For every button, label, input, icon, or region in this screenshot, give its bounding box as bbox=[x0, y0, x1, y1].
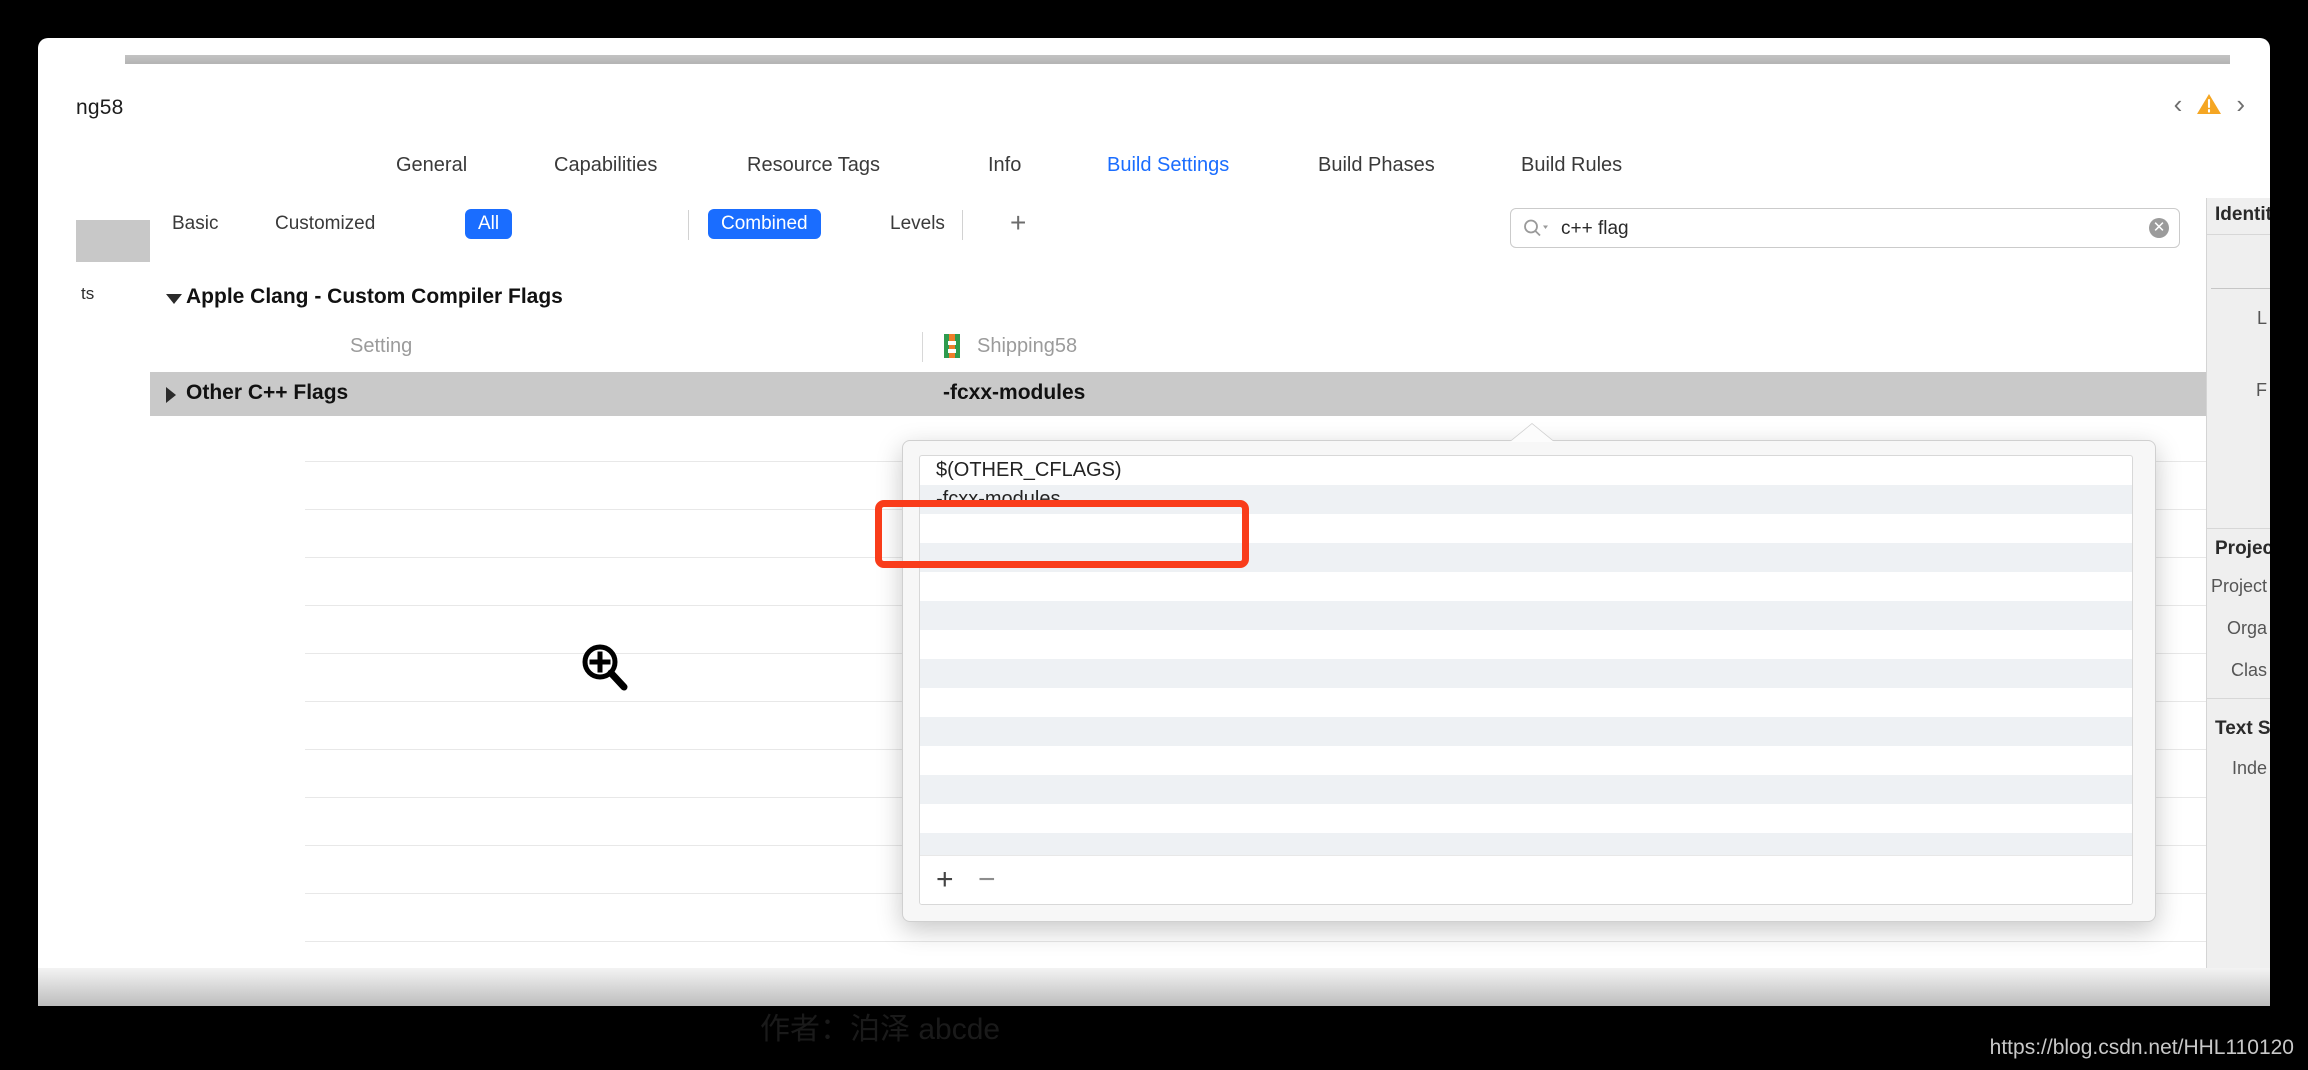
warning-triangle-icon[interactable] bbox=[2196, 92, 2222, 116]
setting-value[interactable]: -fcxx-modules bbox=[943, 381, 1085, 405]
column-header-setting: Setting bbox=[350, 335, 413, 357]
inspector-label-indent: Inde bbox=[2231, 758, 2267, 778]
navigation-controls: ‹ › bbox=[2174, 91, 2245, 117]
list-item-empty[interactable] bbox=[920, 717, 2132, 746]
list-item-empty[interactable] bbox=[920, 543, 2132, 572]
settings-group-title: Apple Clang - Custom Compiler Flags bbox=[186, 285, 563, 308]
column-header-target: Shipping58 bbox=[977, 335, 1078, 357]
inspector-label-location: L bbox=[2256, 308, 2267, 328]
inspector-divider bbox=[2207, 528, 2270, 529]
utilities-inspector: Identity L F Project Project Orga Clas T… bbox=[2206, 198, 2270, 1006]
settings-column-header: Setting Shipping58 bbox=[150, 328, 2206, 373]
list-item-empty[interactable] bbox=[920, 601, 2132, 630]
project-title-bar: ng58 ‹ › bbox=[38, 78, 2270, 141]
author-watermark: 作者：泊泽 abcde bbox=[760, 1013, 1001, 1046]
list-item-empty[interactable] bbox=[920, 775, 2132, 804]
tab-build-rules[interactable]: Build Rules bbox=[1521, 154, 1622, 177]
value-editor-popover: $(OTHER_CFLAGS) -fcxx-modules + − bbox=[902, 440, 2156, 922]
inspector-divider bbox=[2207, 234, 2270, 235]
navigator-selected-row[interactable] bbox=[76, 220, 150, 262]
magnifier-plus-icon bbox=[578, 640, 634, 696]
tab-resource-tags[interactable]: Resource Tags bbox=[747, 154, 880, 177]
project-navigator-gutter bbox=[38, 198, 151, 1006]
list-item[interactable]: -fcxx-modules bbox=[920, 485, 2132, 514]
popover-content: $(OTHER_CFLAGS) -fcxx-modules + − bbox=[919, 455, 2133, 905]
add-setting-button[interactable]: + bbox=[1010, 207, 1026, 239]
list-item-empty[interactable] bbox=[920, 572, 2132, 601]
filter-divider-2 bbox=[962, 210, 963, 240]
chevron-right-icon[interactable]: › bbox=[2236, 91, 2245, 117]
inspector-section-text-settings: Text Se bbox=[2215, 718, 2270, 739]
list-item-empty[interactable] bbox=[920, 514, 2132, 543]
inspector-section-project: Project bbox=[2215, 538, 2270, 559]
inspector-text-field[interactable] bbox=[2211, 288, 2270, 289]
setting-name: Other C++ Flags bbox=[186, 381, 349, 404]
window-scroll-strip[interactable] bbox=[125, 55, 2230, 64]
inspector-label-organization: Orga bbox=[2226, 618, 2267, 638]
settings-group-header[interactable]: Apple Clang - Custom Compiler Flags bbox=[150, 282, 2206, 320]
search-icon bbox=[1523, 218, 1551, 238]
editor-tab-bar: General Capabilities Resource Tags Info … bbox=[38, 140, 2270, 198]
tab-general[interactable]: General bbox=[396, 154, 467, 177]
popover-arrow bbox=[1510, 424, 1554, 442]
list-item-empty[interactable] bbox=[920, 659, 2132, 688]
inspector-section-identity: Identity bbox=[2215, 204, 2270, 225]
tab-info[interactable]: Info bbox=[988, 154, 1021, 177]
disclosure-triangle-open-icon[interactable] bbox=[166, 294, 182, 304]
filter-combined[interactable]: Combined bbox=[708, 209, 821, 239]
table-row[interactable]: Other C++ Flags -fcxx-modules bbox=[150, 372, 2206, 416]
search-input-value[interactable]: c++ flag bbox=[1561, 218, 1629, 240]
filter-levels[interactable]: Levels bbox=[890, 213, 945, 235]
chevron-left-icon[interactable]: ‹ bbox=[2174, 91, 2183, 117]
tab-capabilities[interactable]: Capabilities bbox=[554, 154, 657, 177]
flag-value-list[interactable]: $(OTHER_CFLAGS) -fcxx-modules bbox=[920, 456, 2132, 862]
column-divider bbox=[922, 332, 923, 362]
tab-build-phases[interactable]: Build Phases bbox=[1318, 154, 1435, 177]
inspector-label-file: F bbox=[2256, 380, 2267, 400]
list-item-empty[interactable] bbox=[920, 688, 2132, 717]
popover-footer: + − bbox=[920, 855, 2132, 904]
clear-search-icon[interactable]: ✕ bbox=[2149, 218, 2169, 238]
screenshot-root: ng58 ‹ › General Capabilities Resource T… bbox=[0, 0, 2308, 1070]
disclosure-triangle-closed-icon[interactable] bbox=[166, 387, 176, 403]
filter-all[interactable]: All bbox=[465, 209, 513, 239]
inspector-divider bbox=[2207, 698, 2270, 699]
list-item-empty[interactable] bbox=[920, 630, 2132, 659]
window-bottom-edge bbox=[38, 968, 2270, 1006]
source-watermark: https://blog.csdn.net/HHL110120 bbox=[1989, 1036, 2294, 1059]
inspector-label-class-prefix: Clas bbox=[2230, 660, 2267, 680]
target-app-icon bbox=[943, 333, 961, 359]
inspector-label-project-name: Project bbox=[2210, 576, 2267, 596]
list-item[interactable]: $(OTHER_CFLAGS) bbox=[920, 456, 2132, 485]
remove-value-button[interactable]: − bbox=[978, 860, 996, 900]
filter-basic[interactable]: Basic bbox=[172, 213, 218, 235]
filter-customized[interactable]: Customized bbox=[275, 213, 375, 235]
filter-divider bbox=[688, 210, 689, 240]
table-row-divider bbox=[305, 941, 2206, 942]
page-title: ng58 bbox=[76, 96, 124, 119]
navigator-item-label: ts bbox=[81, 284, 95, 303]
add-value-button[interactable]: + bbox=[936, 860, 954, 900]
list-item-empty[interactable] bbox=[920, 804, 2132, 833]
tab-build-settings[interactable]: Build Settings bbox=[1107, 154, 1229, 177]
list-item-empty[interactable] bbox=[920, 746, 2132, 775]
build-settings-filter-bar: Basic Customized All Combined Levels + c… bbox=[150, 198, 2206, 257]
search-field[interactable]: c++ flag ✕ bbox=[1510, 208, 2180, 248]
